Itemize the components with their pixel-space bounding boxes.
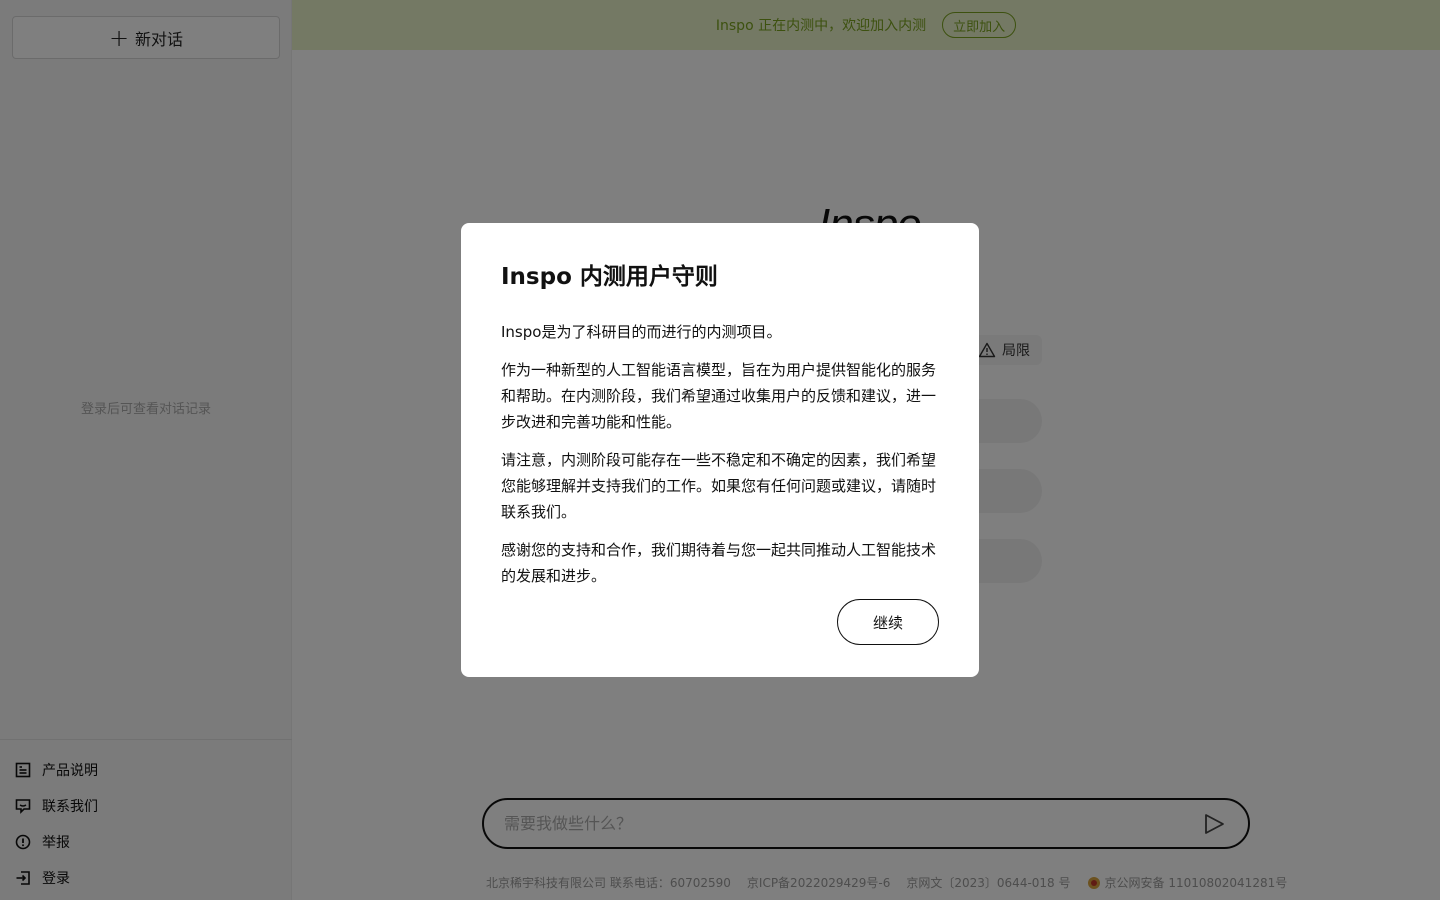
modal-paragraph: 作为一种新型的人工智能语言模型，旨在为用户提供智能化的服务和帮助。在内测阶段，我… xyxy=(501,361,937,431)
modal-paragraph: 请注意，内测阶段可能存在一些不稳定和不确定的因素，我们希望您能够理解并支持我们的… xyxy=(501,451,937,521)
beta-rules-modal: Inspo 内测用户守则 Inspo是为了科研目的而进行的内测项目。 作为一种新… xyxy=(461,223,979,677)
modal-paragraph: Inspo是为了科研目的而进行的内测项目。 xyxy=(501,323,782,341)
continue-button[interactable]: 继续 xyxy=(837,599,939,645)
modal-paragraph: 感谢您的支持和合作，我们期待着与您一起共同推动人工智能技术的发展和进步。 xyxy=(501,541,937,585)
modal-title: Inspo 内测用户守则 xyxy=(501,264,718,290)
